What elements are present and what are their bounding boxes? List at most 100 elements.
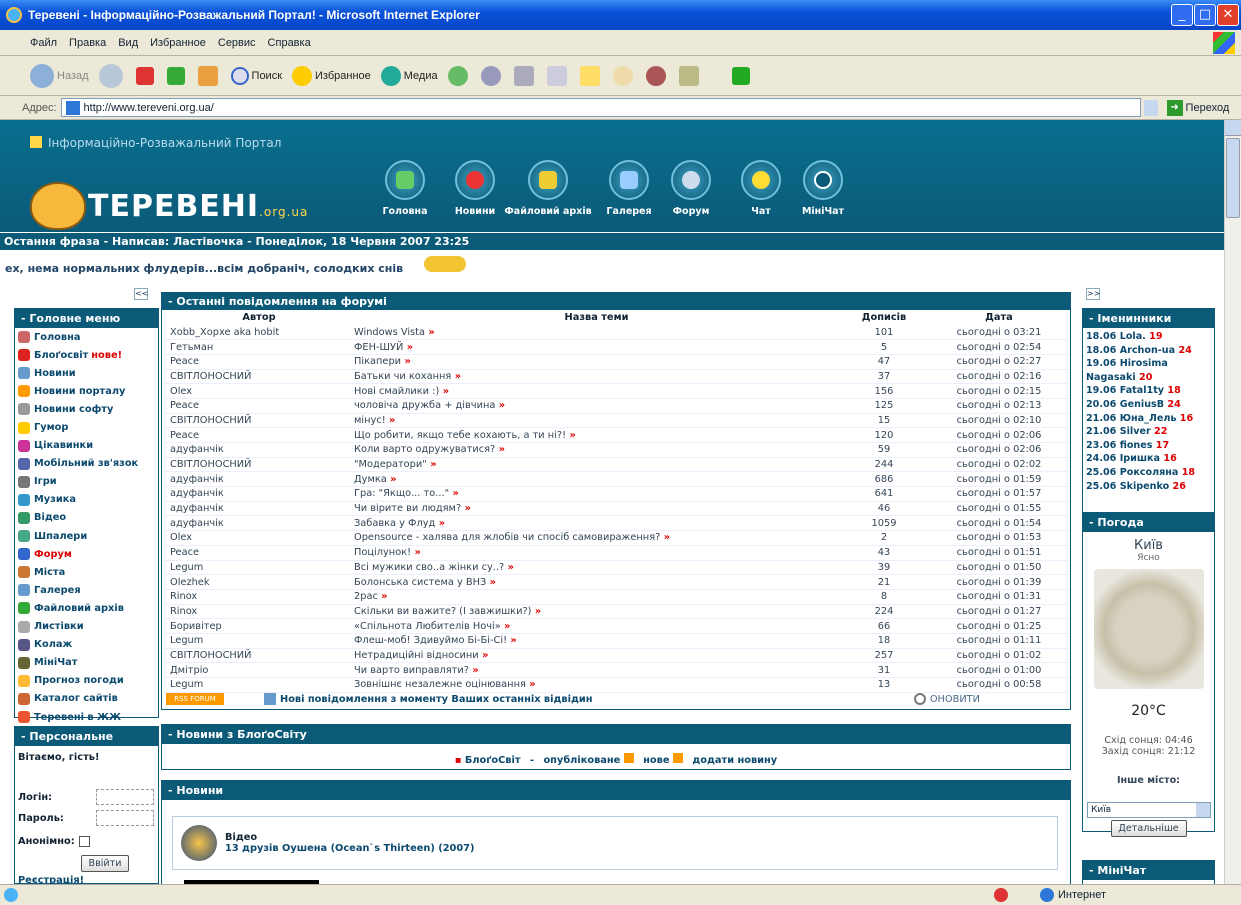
city-select[interactable]: Київ bbox=[1087, 802, 1211, 818]
refresh-button[interactable] bbox=[166, 66, 188, 85]
forum-topic[interactable]: Opensource - халява для жлобів чи спосіб… bbox=[354, 530, 839, 546]
birthday-item[interactable]: 21.06 Юна_Лель 16 bbox=[1083, 412, 1214, 426]
menu-item[interactable]: Каталог сайтів bbox=[15, 690, 158, 708]
blog-add-link[interactable]: додати новину bbox=[692, 755, 777, 766]
arrow-icon[interactable]: » bbox=[411, 547, 420, 558]
forum-author[interactable]: Peace bbox=[164, 427, 354, 443]
birthday-item[interactable]: 20.06 GeniusB 24 bbox=[1083, 398, 1214, 412]
stop-button[interactable] bbox=[135, 66, 157, 85]
nav-home[interactable]: Головна bbox=[380, 160, 430, 217]
research-button[interactable] bbox=[612, 65, 636, 86]
forum-topic[interactable]: Що робити, якщо тебе кохають, а ти ні?! … bbox=[354, 427, 839, 443]
menu-tools[interactable]: Сервис bbox=[218, 37, 256, 49]
close-button[interactable]: ✕ bbox=[1217, 4, 1239, 26]
menu-item[interactable]: Новини софту bbox=[15, 400, 158, 418]
forum-author[interactable]: Legum bbox=[164, 560, 354, 576]
arrow-icon[interactable]: » bbox=[531, 606, 541, 617]
menu-item[interactable]: Шпалери bbox=[15, 527, 158, 545]
forum-author[interactable]: Дмітріо bbox=[164, 662, 354, 678]
blog-published-link[interactable]: опубліковане bbox=[543, 755, 620, 766]
nav-gallery[interactable]: Галерея bbox=[604, 160, 654, 217]
scroll-thumb[interactable] bbox=[1226, 138, 1240, 218]
menu-item[interactable]: Галерея bbox=[15, 581, 158, 599]
messenger-button[interactable] bbox=[645, 65, 669, 86]
arrow-icon[interactable]: » bbox=[401, 356, 410, 367]
arrow-icon[interactable]: » bbox=[439, 386, 449, 397]
menu-edit[interactable]: Правка bbox=[69, 37, 106, 49]
collapse-left-button[interactable]: << bbox=[134, 288, 148, 300]
register-link[interactable]: Реєстрація! bbox=[18, 875, 158, 884]
folder-button[interactable] bbox=[579, 65, 603, 86]
forum-author[interactable]: Peace bbox=[164, 545, 354, 561]
arrow-icon[interactable]: » bbox=[469, 665, 478, 676]
forum-topic[interactable]: Всі мужики сво..а жінки су..? » bbox=[354, 560, 839, 576]
weather-details-button[interactable]: Детальніше bbox=[1110, 820, 1187, 837]
vertical-scrollbar[interactable] bbox=[1224, 120, 1241, 884]
arrow-icon[interactable]: » bbox=[378, 591, 387, 602]
menu-item[interactable]: Гумор bbox=[15, 418, 158, 436]
forum-author[interactable]: адуфанчік bbox=[164, 442, 354, 458]
birthday-item[interactable]: 19.06 Fatal1ty 18 bbox=[1083, 384, 1214, 398]
menu-item[interactable]: Форум bbox=[15, 545, 158, 563]
forum-topic[interactable]: Windows Vista » bbox=[354, 325, 839, 341]
forum-topic[interactable]: Флеш-моб! Здивуймо Бі-Бі-Сі! » bbox=[354, 633, 839, 649]
forum-topic[interactable]: Болонська система у ВНЗ » bbox=[354, 574, 839, 590]
birthday-item[interactable]: 18.06 Lola. 19 bbox=[1083, 330, 1214, 344]
nav-news[interactable]: Новини bbox=[450, 160, 500, 217]
forum-author[interactable]: СВІТЛОНОСНИЙ bbox=[164, 413, 354, 429]
forum-author[interactable]: адуфанчік bbox=[164, 486, 354, 502]
books-button[interactable] bbox=[678, 65, 702, 86]
birthday-item[interactable]: 21.06 Silver 22 bbox=[1083, 425, 1214, 439]
history-button[interactable] bbox=[447, 65, 471, 86]
forum-author[interactable]: Olex bbox=[164, 530, 354, 546]
arrow-icon[interactable]: » bbox=[403, 342, 413, 353]
menu-item[interactable]: Новини bbox=[15, 364, 158, 382]
menu-item[interactable]: МініЧат bbox=[15, 654, 158, 672]
rss-forum-button[interactable]: RSS FORUM bbox=[166, 693, 224, 705]
blog-new-link[interactable]: нове bbox=[643, 755, 669, 766]
forum-author[interactable]: СВІТЛОНОСНИЙ bbox=[164, 457, 354, 473]
forum-topic[interactable]: ФЕН-ШУЙ » bbox=[354, 339, 839, 355]
go-button[interactable]: ➜ Переход bbox=[1166, 99, 1229, 116]
forum-author[interactable]: Xobb_Xopxe aka hobit bbox=[164, 325, 354, 341]
arrow-icon[interactable]: » bbox=[495, 400, 505, 411]
popup-blocked-icon[interactable] bbox=[994, 888, 1008, 902]
forum-author[interactable]: Гетьман bbox=[164, 339, 354, 355]
menu-file[interactable]: Файл bbox=[30, 37, 57, 49]
forward-button[interactable] bbox=[98, 63, 126, 88]
forum-author[interactable]: Legum bbox=[164, 633, 354, 649]
birthday-item[interactable]: 18.06 Archon-ua 24 bbox=[1083, 344, 1214, 358]
media-button[interactable]: Медиа bbox=[380, 65, 438, 86]
home-button[interactable] bbox=[197, 65, 221, 86]
arrow-icon[interactable]: » bbox=[425, 327, 434, 338]
forum-author[interactable]: СВІТЛОНОСНИЙ bbox=[164, 369, 354, 385]
menu-item[interactable]: Головна bbox=[15, 328, 158, 346]
forum-topic[interactable]: Батьки чи кохання » bbox=[354, 369, 839, 385]
menu-item[interactable]: Колаж bbox=[15, 636, 158, 654]
menu-item[interactable]: Блоґосвіт нове! bbox=[15, 346, 158, 364]
birthday-item[interactable]: 23.06 fiones 17 bbox=[1083, 439, 1214, 453]
forum-topic[interactable]: 2рас » bbox=[354, 589, 839, 605]
forum-topic[interactable]: Гра: "Якщо... то..." » bbox=[354, 486, 839, 502]
site-logo[interactable]: ТЕРЕВЕНІ.org.ua bbox=[30, 182, 308, 230]
menu-item[interactable]: Міста bbox=[15, 563, 158, 581]
forum-topic[interactable]: Пікапери » bbox=[354, 354, 839, 370]
collapse-right-button[interactable]: >> bbox=[1086, 288, 1100, 300]
forum-topic[interactable]: Чи варто виправляти? » bbox=[354, 662, 839, 678]
menu-item[interactable]: Ігри bbox=[15, 473, 158, 491]
edit-button[interactable] bbox=[546, 65, 570, 86]
maximize-button[interactable]: □ bbox=[1194, 4, 1216, 26]
birthday-item[interactable]: 25.06 Skipenko 26 bbox=[1083, 480, 1214, 494]
arrow-icon[interactable]: » bbox=[461, 503, 471, 514]
forum-author[interactable]: Боривітер bbox=[164, 618, 354, 634]
new-messages-link[interactable]: Нові повідомлення з моменту Ваших останн… bbox=[280, 694, 593, 705]
arrow-icon[interactable]: » bbox=[449, 488, 458, 499]
arrow-icon[interactable]: » bbox=[386, 415, 395, 426]
forum-topic[interactable]: Скільки ви важите? (І завжишки?) » bbox=[354, 604, 839, 620]
nav-minichat[interactable]: МініЧат bbox=[798, 160, 848, 217]
rss-published-icon[interactable] bbox=[623, 753, 634, 763]
blog-link[interactable]: БлоґоСвіт bbox=[465, 755, 521, 766]
print-button[interactable] bbox=[513, 65, 537, 86]
menu-item[interactable]: Теревені в ЖЖ bbox=[15, 708, 158, 726]
forum-topic[interactable]: Нетрадиційні відносини » bbox=[354, 648, 839, 664]
